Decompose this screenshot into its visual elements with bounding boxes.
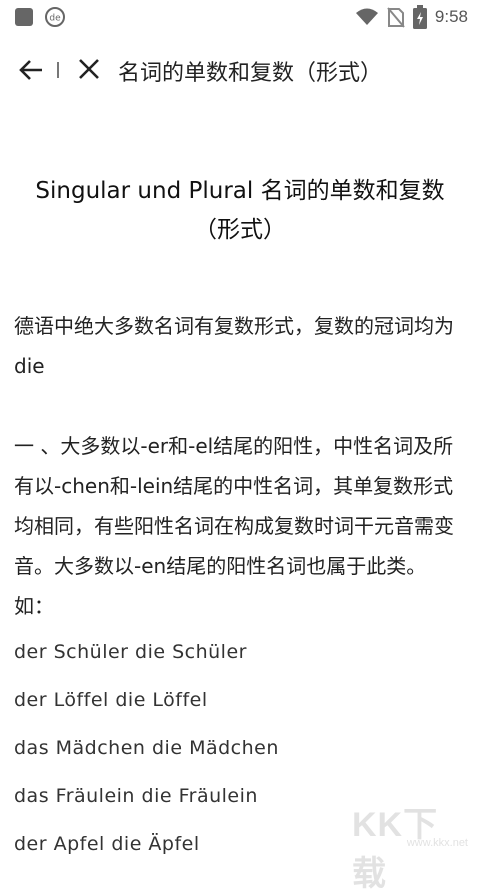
watermark-logo: KK下载 www.kkx.net <box>352 797 472 849</box>
page-title: 名词的单数和复数（形式） <box>118 55 382 87</box>
intro-paragraph: 德语中绝大多数名词有复数形式，复数的冠词均为die <box>14 306 466 386</box>
toolbar: 名词的单数和复数（形式） <box>0 46 480 94</box>
toolbar-divider <box>57 62 59 78</box>
app-icon <box>14 7 34 27</box>
article-title-line1: Singular und Plural 名词的单数和复数 <box>35 178 444 204</box>
example-item: der Löffel die Löffel <box>14 676 466 724</box>
status-time: 9:58 <box>435 7 468 27</box>
article-content: Singular und Plural 名词的单数和复数 （形式） 德语中绝大多… <box>14 172 466 868</box>
arrow-left-icon[interactable] <box>18 58 44 82</box>
close-icon[interactable] <box>78 58 100 80</box>
svg-text:de: de <box>49 14 61 24</box>
section-paragraph: 一 、大多数以-er和-el结尾的阳性，中性名词及所有以-chen和-lein结… <box>14 426 466 626</box>
de-icon: de <box>44 6 66 28</box>
watermark-url: www.kkx.net <box>407 837 468 849</box>
status-right: 9:58 <box>355 5 468 29</box>
battery-icon <box>413 5 427 29</box>
article-title-line2: （形式） <box>194 217 286 243</box>
no-sim-icon <box>387 6 405 28</box>
example-item: das Mädchen die Mädchen <box>14 724 466 772</box>
status-bar: de 9:58 <box>0 0 480 34</box>
example-item: der Schüler die Schüler <box>14 628 466 676</box>
wifi-icon <box>355 7 379 27</box>
status-left: de <box>14 6 66 28</box>
article-title: Singular und Plural 名词的单数和复数 （形式） <box>14 172 466 250</box>
